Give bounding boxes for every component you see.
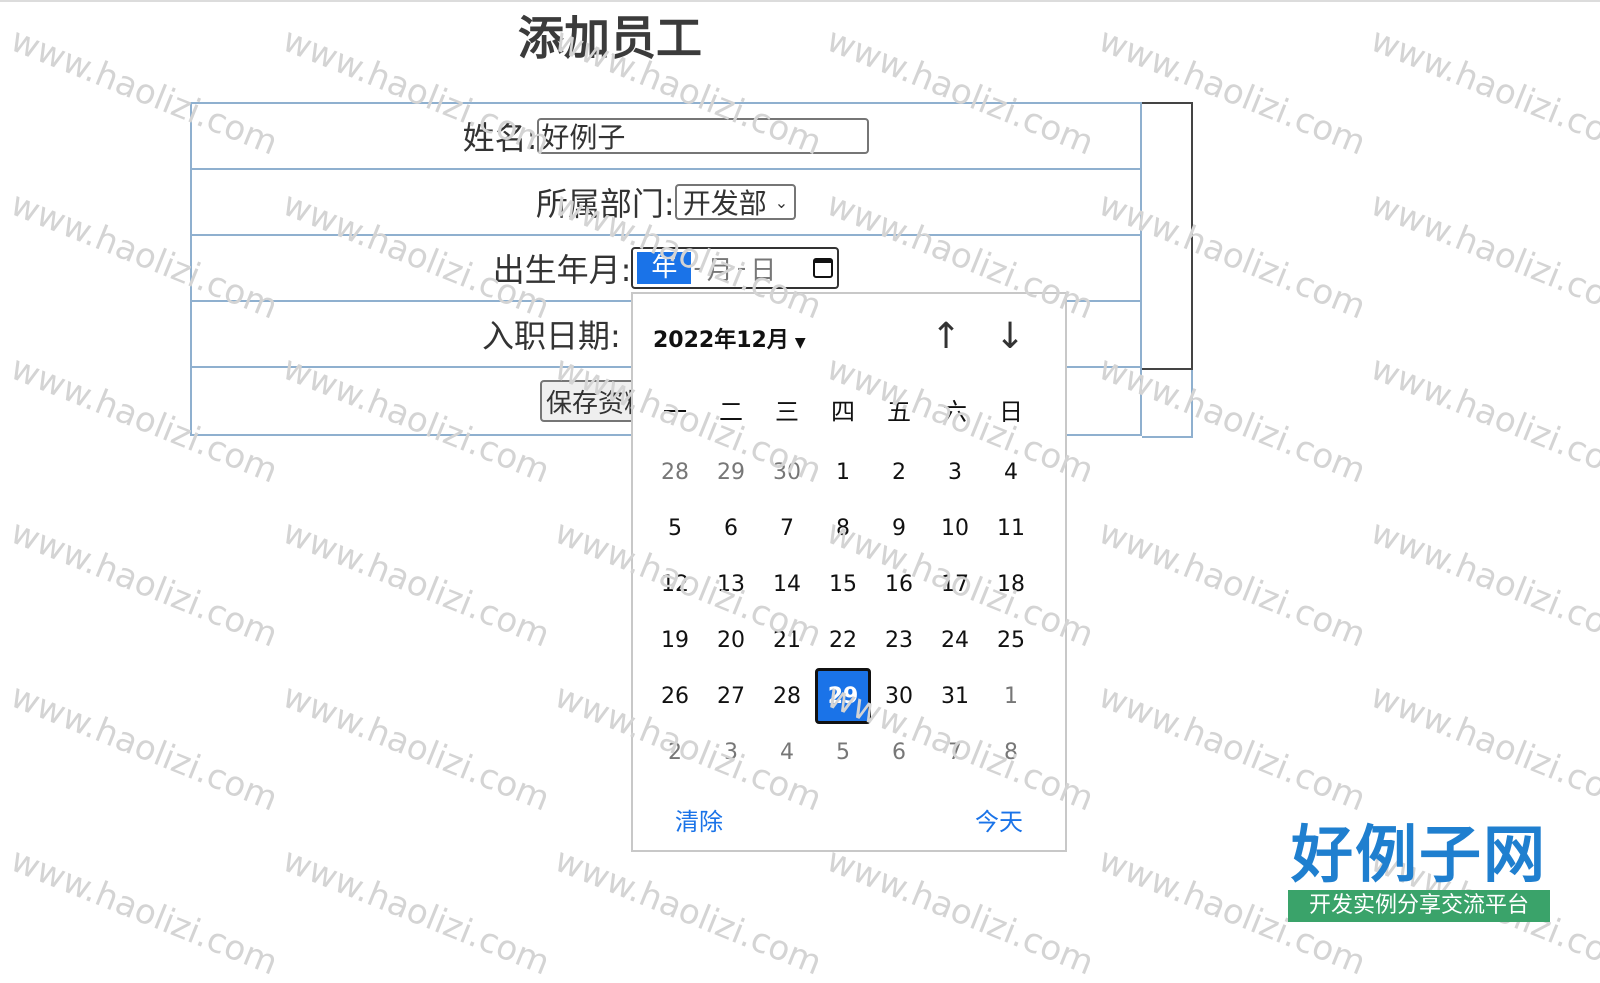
day-cell[interactable]: 2: [647, 724, 703, 780]
month-year-selector[interactable]: 2022年12月 ▼: [653, 322, 806, 354]
day-cell[interactable]: 6: [703, 500, 759, 556]
weekday-label: 五: [887, 398, 911, 426]
day-cell[interactable]: 30: [871, 668, 927, 724]
day-cell[interactable]: 13: [703, 556, 759, 612]
day-cell[interactable]: 23: [871, 612, 927, 668]
watermark-text: www.haolizi.com: [5, 840, 284, 983]
weekday-label: 一: [663, 398, 687, 426]
watermark-text: www.haolizi.com: [1093, 676, 1372, 820]
watermark-text: www.haolizi.com: [277, 840, 556, 983]
department-select[interactable]: 开发部 ⌄: [674, 184, 797, 220]
today-button[interactable]: 今天: [975, 802, 1023, 837]
day-cell[interactable]: 11: [983, 500, 1039, 556]
day-cell[interactable]: 12: [647, 556, 703, 612]
date-separator: -: [693, 253, 703, 283]
watermark-text: www.haolizi.com: [277, 676, 556, 820]
birth-label: 出生年月:: [492, 251, 632, 289]
day-cell[interactable]: 22: [815, 612, 871, 668]
day-cell[interactable]: 8: [983, 724, 1039, 780]
name-label: 姓名:: [462, 119, 538, 157]
day-cell[interactable]: 27: [703, 668, 759, 724]
day-cell[interactable]: 8: [815, 500, 871, 556]
department-label: 所属部门:: [535, 185, 675, 223]
day-cell[interactable]: 7: [927, 724, 983, 780]
day-cell[interactable]: 28: [759, 668, 815, 724]
day-cell[interactable]: 5: [647, 500, 703, 556]
date-separator: -: [736, 253, 747, 283]
day-cell[interactable]: 2: [871, 444, 927, 500]
name-row: 姓名:: [192, 104, 1140, 170]
next-month-arrow-icon[interactable]: ↓: [995, 316, 1025, 357]
watermark-text: www.haolizi.com: [549, 840, 828, 983]
birth-month-segment[interactable]: 月: [705, 250, 735, 287]
watermark-text: www.haolizi.com: [1365, 512, 1600, 656]
previous-month-arrow-icon[interactable]: ↑: [931, 316, 961, 357]
day-cell[interactable]: 15: [815, 556, 871, 612]
department-row: 所属部门: 开发部 ⌄: [192, 170, 1140, 236]
watermark-text: www.haolizi.com: [1365, 676, 1600, 820]
day-cell[interactable]: 6: [871, 724, 927, 780]
day-cell[interactable]: 21: [759, 612, 815, 668]
day-cell[interactable]: 24: [927, 612, 983, 668]
day-cell-selected[interactable]: 29: [815, 668, 871, 724]
day-cell[interactable]: 17: [927, 556, 983, 612]
day-cell[interactable]: 4: [759, 724, 815, 780]
day-cell[interactable]: 1: [983, 668, 1039, 724]
birth-date-input[interactable]: 年 - 月 - 日: [631, 247, 840, 289]
day-cell[interactable]: 3: [703, 724, 759, 780]
day-cell[interactable]: 28: [647, 444, 703, 500]
watermark-text: www.haolizi.com: [5, 676, 284, 820]
calendar-icon[interactable]: [813, 258, 834, 278]
day-cell[interactable]: 26: [647, 668, 703, 724]
watermark-text: www.haolizi.com: [1093, 512, 1372, 656]
day-cell[interactable]: 20: [703, 612, 759, 668]
watermark-text: www.haolizi.com: [1365, 20, 1600, 164]
day-cell[interactable]: 5: [815, 724, 871, 780]
day-cell[interactable]: 30: [759, 444, 815, 500]
hire-label: 入职日期:: [482, 317, 621, 355]
birth-year-segment[interactable]: 年: [637, 252, 692, 284]
month-year-label: 2022年12月: [653, 328, 789, 353]
watermark-text: www.haolizi.com: [1365, 348, 1600, 492]
department-selected-value: 开发部: [682, 187, 767, 220]
weekday-label: 六: [943, 398, 967, 426]
side-frame: [1142, 102, 1193, 370]
watermark-text: www.haolizi.com: [277, 512, 556, 656]
day-cell[interactable]: 14: [759, 556, 815, 612]
dropdown-triangle-icon: ▼: [794, 335, 806, 351]
weekday-label: 四: [831, 398, 855, 426]
site-logo: 好例子网 开发实例分享交流平台: [1288, 822, 1550, 922]
birth-day-segment[interactable]: 日: [748, 250, 778, 287]
logo-sub-text: 开发实例分享交流平台: [1288, 890, 1550, 922]
weekday-label: 三: [775, 398, 799, 426]
day-cell[interactable]: 3: [927, 444, 983, 500]
calendar-footer: 清除 今天: [633, 802, 1065, 837]
day-cell[interactable]: 19: [647, 612, 703, 668]
day-cell[interactable]: 1: [815, 444, 871, 500]
day-cell[interactable]: 29: [703, 444, 759, 500]
day-cell[interactable]: 10: [927, 500, 983, 556]
day-cell[interactable]: 7: [759, 500, 815, 556]
chevron-down-icon: ⌄: [774, 192, 789, 212]
weekday-header: 一二三四五六日: [647, 392, 1039, 427]
day-grid: 28 29 30 1 2 3 4 5 6 7 8 9 10 11 12 13 14 15 16 17 18 19 20 21 2…: [647, 444, 1039, 780]
weekday-label: 二: [719, 398, 743, 426]
name-input[interactable]: [537, 118, 870, 154]
clear-button[interactable]: 清除: [675, 802, 723, 837]
page-title: 添加员工: [518, 11, 702, 65]
top-divider: [0, 0, 1600, 2]
weekday-label: 日: [999, 398, 1023, 426]
day-cell[interactable]: 4: [983, 444, 1039, 500]
day-cell[interactable]: 9: [871, 500, 927, 556]
day-cell[interactable]: 18: [983, 556, 1039, 612]
logo-main-text: 好例子网: [1290, 818, 1547, 891]
watermark-text: www.haolizi.com: [1365, 184, 1600, 328]
day-cell[interactable]: 25: [983, 612, 1039, 668]
watermark-text: www.haolizi.com: [821, 840, 1100, 983]
side-frame-lower: [1142, 370, 1193, 438]
date-picker-popup: 2022年12月 ▼ ↑ ↓ 一二三四五六日 28 29 30 1 2 3 4 5 6 7 8 9 10 1…: [631, 292, 1067, 852]
watermark-text: www.haolizi.com: [5, 512, 284, 656]
day-cell[interactable]: 16: [871, 556, 927, 612]
day-cell[interactable]: 31: [927, 668, 983, 724]
